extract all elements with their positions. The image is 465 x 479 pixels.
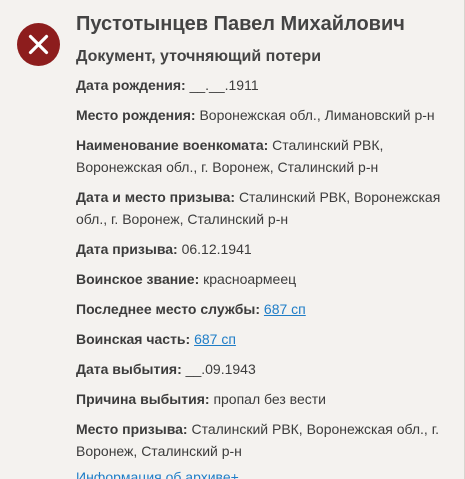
- field-last-service: Последнее место службы: 687 сп: [76, 298, 456, 320]
- unit-link[interactable]: 687 сп: [194, 331, 236, 347]
- field-departure-date: Дата выбытия: __.09.1943: [76, 358, 456, 380]
- field-departure-reason: Причина выбытия: пропал без вести: [76, 388, 456, 410]
- field-value: пропал без вести: [213, 391, 326, 407]
- field-value: __.__.1911: [189, 77, 259, 93]
- field-label: Дата и место призыва:: [76, 189, 236, 205]
- field-label: Дата рождения:: [76, 77, 186, 93]
- field-value: 06.12.1941: [181, 241, 252, 257]
- record-content: Пустотынцев Павел Михайлович Документ, у…: [76, 10, 456, 479]
- close-icon: [17, 23, 60, 66]
- record-card: Пустотынцев Павел Михайлович Документ, у…: [0, 0, 465, 479]
- field-value: красноармеец: [203, 271, 297, 287]
- field-label: Место призыва:: [76, 421, 188, 437]
- document-type: Документ, уточняющий потери: [76, 48, 322, 65]
- last-service-link[interactable]: 687 сп: [264, 301, 306, 317]
- archive-info-link[interactable]: Информация об архиве+: [76, 467, 456, 479]
- field-label: Последнее место службы:: [76, 301, 261, 317]
- field-draft-date: Дата призыва: 06.12.1941: [76, 238, 456, 260]
- field-unit: Воинская часть: 687 сп: [76, 328, 456, 350]
- field-value: __.09.1943: [185, 361, 256, 377]
- field-label: Место рождения:: [76, 107, 196, 123]
- field-label: Воинское звание:: [76, 271, 200, 287]
- field-commissariat: Наименование военкомата: Сталинский РВК,…: [76, 134, 456, 178]
- field-label: Причина выбытия:: [76, 391, 210, 407]
- field-rank: Воинское звание: красноармеец: [76, 268, 456, 290]
- field-label: Наименование военкомата:: [76, 137, 269, 153]
- field-label: Воинская часть:: [76, 331, 191, 347]
- field-draft-place: Место призыва: Сталинский РВК, Воронежск…: [76, 418, 456, 462]
- field-label: Дата призыва:: [76, 241, 178, 257]
- person-name[interactable]: Пустотынцев Павел Михайлович: [76, 10, 456, 38]
- field-value: Воронежская обл., Лимановский р-н: [199, 107, 435, 123]
- field-birth-date: Дата рождения: __.__.1911: [76, 74, 456, 96]
- field-draft-date-place: Дата и место призыва: Сталинский РВК, Во…: [76, 186, 456, 230]
- field-birth-place: Место рождения: Воронежская обл., Лимано…: [76, 104, 456, 126]
- field-label: Дата выбытия:: [76, 361, 182, 377]
